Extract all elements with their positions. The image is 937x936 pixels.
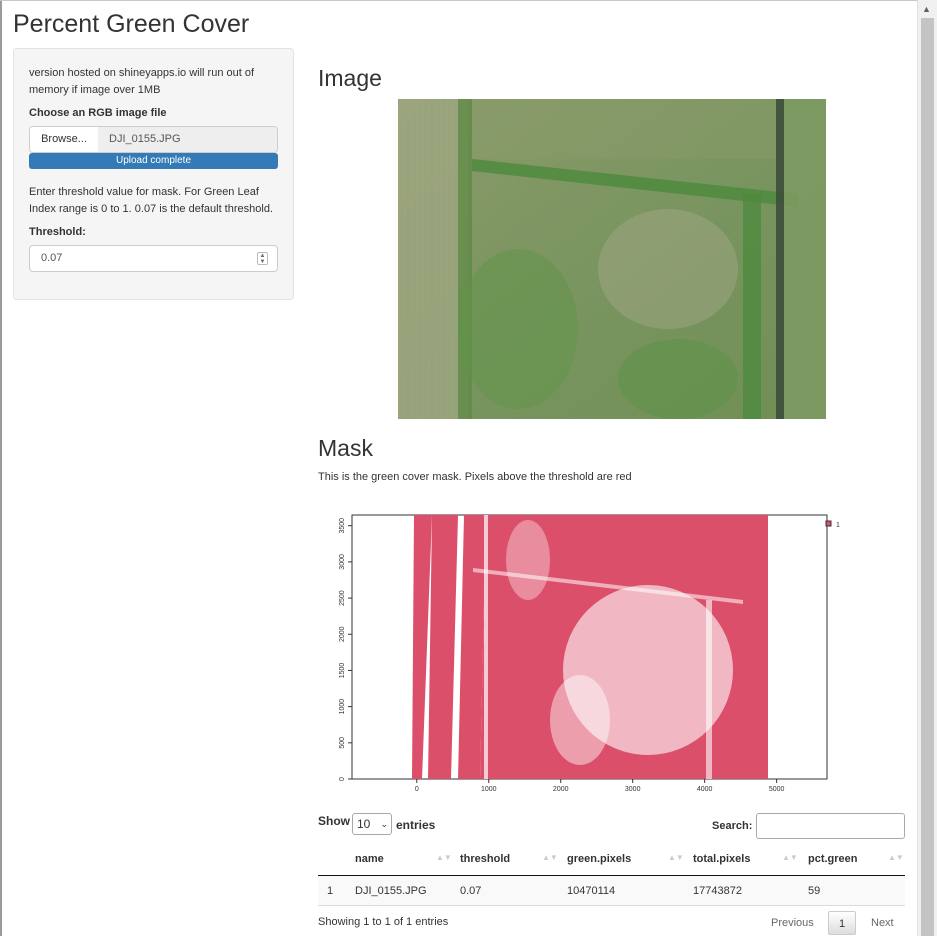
app-title: Percent Green Cover bbox=[13, 10, 250, 38]
threshold-label: Threshold: bbox=[29, 226, 86, 238]
y-tick-label: 3500 bbox=[339, 518, 346, 534]
table-row: 1 DJI_0155.JPG 0.07 10470114 17743872 59 bbox=[318, 876, 905, 906]
col-header-green-pixels[interactable]: green.pixels bbox=[567, 853, 631, 865]
cell-name: DJI_0155.JPG bbox=[355, 885, 427, 897]
y-tick-label: 500 bbox=[339, 737, 346, 749]
sort-icon: ▲▼ bbox=[542, 853, 558, 862]
field-photo-graphic bbox=[398, 99, 826, 419]
y-tick-label: 2000 bbox=[339, 626, 346, 642]
table-header: name ▲▼ threshold ▲▼ green.pixels ▲▼ tot… bbox=[318, 844, 905, 876]
page-length-value: 10 bbox=[357, 817, 371, 831]
cell-green-pixels: 10470114 bbox=[567, 885, 616, 897]
y-tick-label: 3000 bbox=[339, 554, 346, 570]
sort-icon: ▲▼ bbox=[888, 853, 904, 862]
window-edge bbox=[0, 0, 2, 936]
y-tick-label: 1000 bbox=[339, 699, 346, 715]
sort-icon: ▲▼ bbox=[436, 853, 452, 862]
y-tick-label: 0 bbox=[339, 777, 346, 781]
y-tick-label: 2500 bbox=[339, 590, 346, 606]
x-tick-label: 5000 bbox=[769, 786, 785, 793]
col-header-name[interactable]: name bbox=[355, 853, 384, 865]
table-info: Showing 1 to 1 of 1 entries bbox=[318, 916, 449, 928]
row-index: 1 bbox=[327, 885, 334, 897]
x-tick-label: 4000 bbox=[697, 786, 713, 793]
previous-button[interactable]: Previous bbox=[771, 911, 814, 935]
threshold-value: 0.07 bbox=[41, 252, 63, 264]
cell-total-pixels: 17743872 bbox=[693, 885, 742, 897]
show-label: Show bbox=[318, 814, 350, 828]
y-axis: 0 500 1000 1500 2000 2500 3000 3500 bbox=[339, 518, 352, 781]
mask-plot: 0 1000 2000 3000 4000 5000 0 500 1000 1500 2000 25… bbox=[339, 514, 840, 793]
cell-threshold: 0.07 bbox=[460, 885, 482, 897]
vertical-scrollbar[interactable]: ▲ bbox=[917, 0, 937, 936]
mask-gap-upper bbox=[506, 520, 550, 600]
mask-heading: Mask bbox=[318, 435, 373, 461]
uploaded-field-image bbox=[398, 99, 826, 419]
x-tick-label: 0 bbox=[415, 786, 419, 793]
y-tick-label: 1500 bbox=[339, 663, 346, 679]
number-spinner-icon[interactable]: ▲ ▼ bbox=[257, 252, 268, 265]
mask-description: This is the green cover mask. Pixels abo… bbox=[318, 471, 632, 483]
sort-icon: ▲▼ bbox=[782, 853, 798, 862]
cell-pct-green: 59 bbox=[808, 885, 821, 897]
image-heading: Image bbox=[318, 65, 382, 91]
file-input-label: Choose an RGB image file bbox=[29, 107, 167, 119]
search-label: Search: bbox=[712, 820, 753, 832]
sort-icon: ▲▼ bbox=[668, 853, 684, 862]
entries-label: entries bbox=[396, 818, 436, 832]
page-length-select[interactable]: 10 ⌄ bbox=[352, 813, 392, 835]
x-tick-label: 3000 bbox=[625, 786, 641, 793]
x-tick-label: 1000 bbox=[481, 786, 497, 793]
search-input[interactable] bbox=[756, 813, 905, 839]
mask-gap-lower bbox=[550, 675, 610, 765]
threshold-input[interactable]: 0.07 ▲ ▼ bbox=[29, 245, 278, 272]
memory-note: version hosted on shineyapps.io will run… bbox=[29, 67, 255, 96]
browse-button[interactable]: Browse... bbox=[30, 127, 99, 152]
col-header-total-pixels[interactable]: total.pixels bbox=[693, 853, 750, 865]
scrollbar-thumb[interactable] bbox=[921, 18, 934, 936]
mask-region bbox=[412, 515, 768, 779]
legend-label: 1 bbox=[836, 522, 840, 529]
results-table: name ▲▼ threshold ▲▼ green.pixels ▲▼ tot… bbox=[318, 844, 905, 906]
mask-gap-line bbox=[484, 515, 488, 779]
mask-gap-right bbox=[706, 600, 712, 779]
threshold-note: Enter threshold value for mask. For Gree… bbox=[29, 186, 273, 215]
chevron-down-icon: ⌄ bbox=[380, 819, 388, 829]
file-input: Browse... DJI_0155.JPG bbox=[29, 126, 278, 153]
file-name-field[interactable]: DJI_0155.JPG bbox=[98, 127, 277, 152]
x-axis: 0 1000 2000 3000 4000 5000 bbox=[415, 779, 785, 793]
upload-progress-bar: Upload complete bbox=[29, 153, 278, 169]
legend-swatch bbox=[825, 520, 832, 527]
page-1-button[interactable]: 1 bbox=[828, 911, 856, 935]
col-header-threshold[interactable]: threshold bbox=[460, 853, 510, 865]
x-tick-label: 2000 bbox=[553, 786, 569, 793]
next-button[interactable]: Next bbox=[871, 911, 894, 935]
window-top-border bbox=[0, 0, 917, 1]
scroll-up-icon[interactable]: ▲ bbox=[922, 4, 931, 14]
col-header-pct-green[interactable]: pct.green bbox=[808, 853, 858, 865]
sidebar-panel: version hosted on shineyapps.io will run… bbox=[13, 48, 294, 300]
